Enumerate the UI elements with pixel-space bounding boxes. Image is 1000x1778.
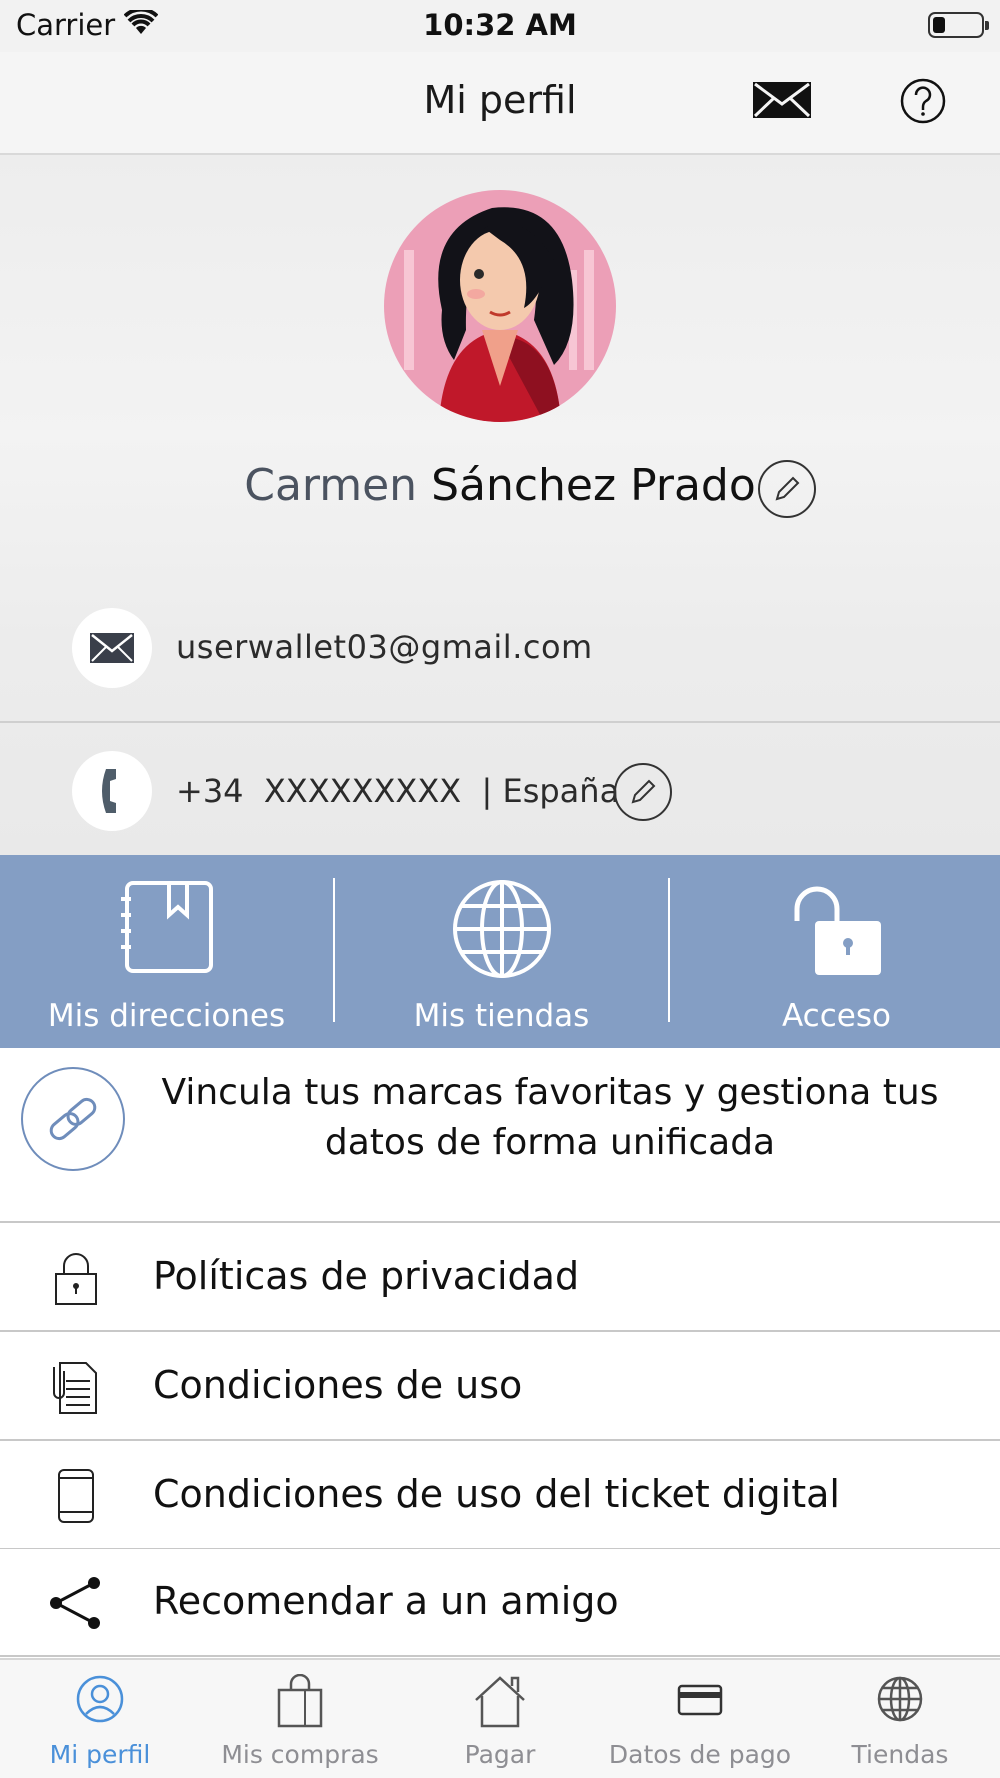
home-icon: [475, 1676, 525, 1728]
action-mis-direcciones[interactable]: Mis direcciones: [0, 855, 333, 1048]
tab-label: Mi perfil: [49, 1740, 151, 1769]
address-book-icon: [120, 881, 213, 973]
globe-icon: [877, 1676, 923, 1722]
link-icon: [21, 1067, 125, 1171]
avatar[interactable]: [384, 190, 616, 422]
shopping-bag-icon: [277, 1674, 323, 1728]
profile-name: Carmen Sánchez Prado: [0, 460, 1000, 520]
tab-datos-de-pago[interactable]: Datos de pago: [600, 1660, 800, 1778]
list-item-label: Recomendar a un amigo: [153, 1579, 619, 1623]
globe-icon: [452, 880, 551, 978]
tab-mis-compras[interactable]: Mis compras: [200, 1660, 400, 1778]
action-label: Mis direcciones: [47, 998, 286, 1034]
battery-icon: [928, 12, 989, 38]
tab-label: Datos de pago: [608, 1740, 792, 1769]
email-value: userwallet03@gmail.com: [176, 628, 593, 666]
first-name: Carmen: [244, 460, 418, 511]
question-icon[interactable]: [900, 78, 946, 124]
tab-pagar[interactable]: Pagar: [400, 1660, 600, 1778]
phone-icon: [72, 751, 152, 831]
tab-label: Tiendas: [851, 1740, 949, 1769]
tab-label: Pagar: [464, 1740, 536, 1769]
list-item-terms[interactable]: Condiciones de uso: [0, 1333, 1000, 1441]
email-icon: [72, 608, 152, 688]
pencil-icon: [631, 779, 656, 804]
edit-phone-button[interactable]: [614, 763, 672, 821]
unlock-icon: [794, 886, 881, 975]
list-item-recommend[interactable]: Recomendar a un amigo: [0, 1549, 1000, 1657]
list-item-label: Políticas de privacidad: [153, 1254, 580, 1298]
tab-mi-perfil[interactable]: Mi perfil: [0, 1660, 200, 1778]
padlock-icon: [55, 1253, 97, 1305]
action-acceso[interactable]: Acceso: [670, 855, 1000, 1048]
phone-device-icon: [58, 1469, 94, 1523]
card-icon: [677, 1684, 723, 1716]
clock: 10:32 AM: [423, 8, 577, 42]
edit-name-button[interactable]: [758, 460, 816, 518]
document-icon: [53, 1362, 97, 1414]
list-item-privacy[interactable]: Políticas de privacidad: [0, 1224, 1000, 1332]
phone-value: +34 XXXXXXXXX | España: [176, 772, 620, 810]
action-mis-tiendas[interactable]: Mis tiendas: [335, 855, 668, 1048]
divider: [0, 721, 1000, 723]
envelope-icon[interactable]: [752, 78, 812, 122]
action-label: Mis tiendas: [413, 998, 590, 1034]
list-item-digital-ticket[interactable]: Condiciones de uso del ticket digital: [0, 1442, 1000, 1550]
tab-tiendas[interactable]: Tiendas: [800, 1660, 1000, 1778]
page-title: Mi perfil: [423, 78, 577, 122]
tab-label: Mis compras: [221, 1740, 379, 1769]
pencil-icon: [775, 476, 800, 501]
user-icon: [76, 1675, 124, 1723]
action-label: Acceso: [782, 998, 891, 1034]
link-banner-text: Vincula tus marcas favoritas y gestiona …: [161, 1072, 939, 1163]
share-icon: [50, 1577, 100, 1629]
list-item-label: Condiciones de uso: [153, 1363, 523, 1407]
list-item-label: Condiciones de uso del ticket digital: [153, 1472, 840, 1516]
last-name: Sánchez Prado: [431, 460, 756, 511]
